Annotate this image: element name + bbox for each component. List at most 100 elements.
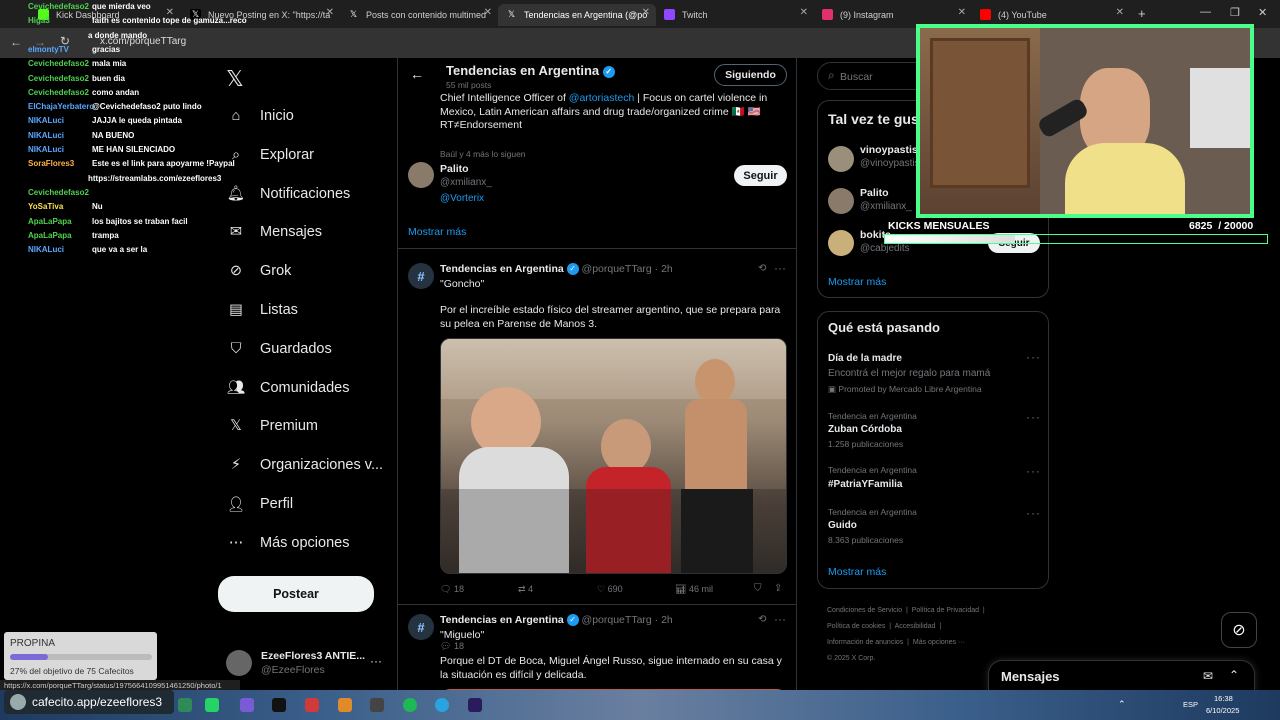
minimize-button[interactable]: —: [1200, 6, 1211, 18]
chat-username[interactable]: Cevichedefaso2: [28, 59, 89, 68]
nav-item[interactable]: 🔔︎ Notificaciones: [226, 178, 350, 210]
user-name[interactable]: Palito: [860, 187, 889, 199]
nav-item[interactable]: ⌕ Explorar: [226, 139, 314, 171]
trend-name[interactable]: Zuban Córdoba: [828, 424, 902, 435]
chat-username[interactable]: Cevichedefaso2: [28, 188, 89, 197]
reply-button[interactable]: 🗨︎ 18: [440, 584, 464, 595]
messages-drawer[interactable]: Mensajes ✉ ⌃: [988, 660, 1255, 694]
post-button[interactable]: Postear: [218, 576, 374, 612]
chat-username[interactable]: ApaLaPapa: [28, 217, 86, 226]
suggested-user-name[interactable]: Palito: [440, 163, 469, 175]
tweet[interactable]: # Tendencias en Argentina ✓ @porqueTTarg…: [398, 249, 796, 651]
whatsapp-icon[interactable]: [205, 698, 219, 712]
nav-item[interactable]: 👤︎ Perfil: [226, 488, 293, 520]
tray-chevron-icon[interactable]: ⌃: [1118, 699, 1126, 710]
more-icon[interactable]: ···: [370, 654, 382, 668]
close-icon[interactable]: ✕: [326, 7, 334, 18]
show-more-link[interactable]: Mostrar más: [828, 276, 886, 288]
chat-username[interactable]: NIKALuci: [28, 245, 86, 254]
app-icon[interactable]: [370, 698, 384, 712]
spotify-icon[interactable]: [403, 698, 417, 712]
close-icon[interactable]: ✕: [958, 7, 966, 18]
app-icon[interactable]: [435, 698, 449, 712]
app-icon[interactable]: [305, 698, 319, 712]
nav-item[interactable]: ✉ Mensajes: [226, 216, 322, 248]
footer-links[interactable]: Condiciones de Servicio | Política de Pr…: [827, 603, 985, 667]
following-button[interactable]: Siguiendo: [714, 64, 787, 86]
more-icon[interactable]: ···: [1026, 506, 1041, 520]
bookmark-icon[interactable]: ⛉: [754, 583, 762, 594]
chat-username[interactable]: Cevichedefaso2: [28, 88, 89, 97]
close-icon[interactable]: ✕: [642, 7, 650, 18]
share-icon[interactable]: ⇪: [774, 583, 782, 594]
chat-username[interactable]: elmontyTV: [28, 45, 86, 54]
bio-link[interactable]: @Vorterix: [440, 193, 484, 204]
follow-button[interactable]: Seguir: [734, 165, 787, 186]
browser-tab[interactable]: Twitch ✕: [656, 4, 814, 26]
obs-icon[interactable]: [272, 698, 286, 712]
new-message-icon[interactable]: ✉: [1203, 669, 1213, 683]
clock-date[interactable]: 6/10/2025: [1206, 706, 1239, 715]
browser-tab[interactable]: (9) Instagram ✕: [814, 4, 972, 26]
maximize-button[interactable]: ❐: [1230, 6, 1240, 19]
grok-icon[interactable]: ⊘: [1221, 612, 1257, 648]
trend-name[interactable]: Guido: [828, 520, 857, 531]
chat-username[interactable]: Cevichedefaso2: [28, 2, 89, 11]
avatar[interactable]: [226, 650, 252, 676]
browser-tab[interactable]: (4) YouTube ✕: [972, 4, 1130, 26]
bio-mention[interactable]: @artoriastech: [569, 92, 635, 104]
window-close-button[interactable]: ✕: [1258, 6, 1267, 19]
show-more-link[interactable]: Mostrar más: [408, 226, 466, 238]
browser-tab[interactable]: 𝕏 Posts con contenido multimed ✕: [340, 4, 498, 26]
app-icon[interactable]: [178, 698, 192, 712]
avatar[interactable]: [408, 162, 434, 188]
grok-icon[interactable]: ⟲: [758, 614, 766, 625]
close-icon[interactable]: ✕: [1116, 7, 1124, 18]
chat-username[interactable]: YoSaTiva: [28, 202, 86, 211]
user-name[interactable]: vinoypastis: [860, 144, 918, 156]
language-indicator[interactable]: ESP: [1183, 700, 1198, 709]
hashtag-avatar-icon[interactable]: #: [408, 614, 434, 640]
nav-item[interactable]: 𝕏 Premium: [226, 410, 318, 442]
chat-username[interactable]: Cevichedefaso2: [28, 74, 89, 83]
chat-username[interactable]: NIKALuci: [28, 145, 86, 154]
more-icon[interactable]: ···: [774, 612, 786, 626]
discord-icon[interactable]: [240, 698, 254, 712]
avatar[interactable]: [828, 230, 854, 256]
clock-time[interactable]: 16:38: [1214, 694, 1233, 703]
chat-username[interactable]: NIKALuci: [28, 116, 86, 125]
chat-username[interactable]: SoraFlores3: [28, 159, 86, 168]
close-icon[interactable]: ✕: [484, 7, 492, 18]
tweet-photo[interactable]: [440, 338, 787, 574]
chat-username[interactable]: ElChajaYerbatero: [28, 102, 94, 111]
chat-username[interactable]: ApaLaPapa: [28, 231, 86, 240]
hashtag-avatar-icon[interactable]: #: [408, 263, 434, 289]
back-arrow-icon[interactable]: ←: [410, 66, 424, 82]
trend-name[interactable]: #PatriaYFamilia: [828, 479, 902, 490]
nav-item[interactable]: ⛉ Guardados: [226, 333, 332, 365]
close-icon[interactable]: ✕: [800, 7, 808, 18]
chevron-up-icon[interactable]: ⌃: [1229, 668, 1239, 682]
views-count[interactable]: 📊︎ 46 mil: [675, 584, 713, 595]
show-more-link[interactable]: Mostrar más: [828, 566, 886, 578]
avatar[interactable]: [828, 146, 854, 172]
new-tab-button[interactable]: +: [1138, 6, 1146, 21]
like-button[interactable]: ♡ 690: [597, 584, 623, 595]
grok-icon[interactable]: ⟲: [758, 263, 766, 274]
nav-item[interactable]: ⚡︎ Organizaciones v...: [226, 449, 383, 481]
browser-tab-active[interactable]: 𝕏 Tendencias en Argentina (@po ✕: [498, 4, 656, 26]
premiere-icon[interactable]: [468, 698, 482, 712]
more-icon[interactable]: ···: [1026, 350, 1041, 364]
search-input[interactable]: Buscar: [840, 71, 873, 83]
avatar[interactable]: [828, 188, 854, 214]
nav-item[interactable]: ⊘ Grok: [226, 255, 292, 287]
nav-item[interactable]: ⌂ Inicio: [226, 100, 294, 132]
chat-username[interactable]: Higa3: [28, 16, 86, 25]
trend-name[interactable]: Día de la madre: [828, 353, 902, 364]
retweet-button[interactable]: ⇄ 4: [518, 584, 533, 595]
more-icon[interactable]: ···: [1026, 464, 1041, 478]
more-icon[interactable]: ···: [774, 261, 786, 275]
nav-item[interactable]: 👥︎ Comunidades: [226, 372, 350, 404]
more-icon[interactable]: ···: [1026, 410, 1041, 424]
nav-item[interactable]: ▤ Listas: [226, 294, 298, 326]
